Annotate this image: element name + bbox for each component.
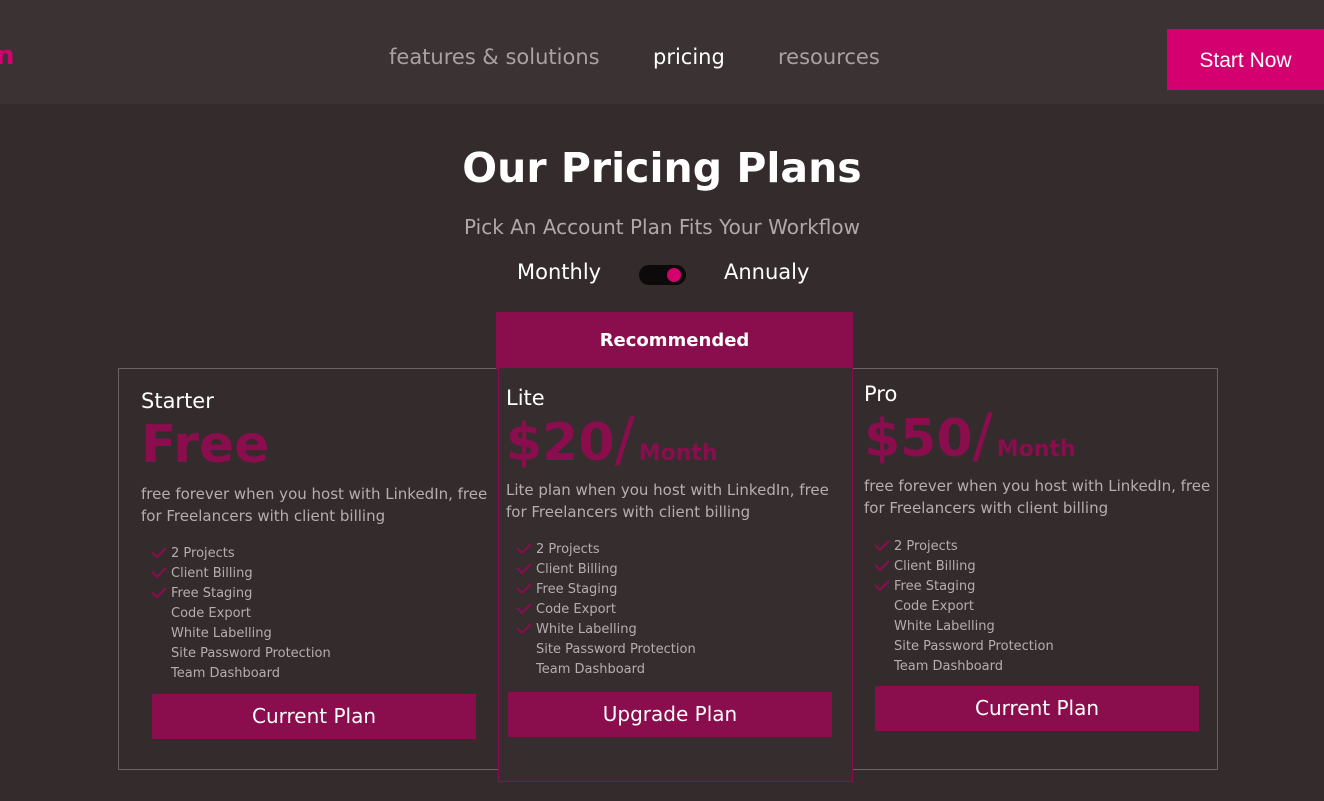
feature-label: Site Password Protection	[171, 646, 331, 661]
feature-item: Free Staging	[516, 580, 696, 600]
check-icon	[151, 567, 167, 579]
plan-name: Pro	[864, 382, 898, 406]
check-icon	[516, 543, 532, 555]
feature-label: Team Dashboard	[536, 662, 646, 677]
plan-price: $20/Month	[506, 410, 718, 484]
feature-label: Site Password Protection	[536, 642, 696, 657]
toggle-knob	[667, 268, 681, 282]
feature-item: Client Billing	[516, 560, 696, 580]
price-amount: $50	[864, 409, 973, 469]
feature-item: White Labelling	[874, 617, 1054, 637]
feature-label: Free Staging	[536, 582, 618, 597]
plan-name: Lite	[506, 386, 545, 410]
feature-label: White Labelling	[894, 619, 995, 634]
annual-label[interactable]: Annualy	[724, 257, 809, 287]
feature-label: White Labelling	[171, 626, 272, 641]
feature-item: Site Password Protection	[874, 637, 1054, 657]
feature-label: Client Billing	[171, 566, 253, 581]
plan-price: Free	[141, 415, 269, 475]
feature-item: Team Dashboard	[151, 664, 331, 684]
nav-pricing[interactable]: pricing	[653, 40, 725, 74]
check-icon	[516, 563, 532, 575]
feature-label: Free Staging	[171, 586, 253, 601]
feature-item: Free Staging	[874, 577, 1054, 597]
page-title: Our Pricing Plans	[462, 144, 862, 192]
feature-item: Site Password Protection	[151, 644, 331, 664]
feature-item: Team Dashboard	[874, 657, 1054, 677]
feature-label: 2 Projects	[536, 542, 600, 557]
current-plan-button[interactable]: Current Plan	[152, 694, 476, 739]
current-plan-button[interactable]: Current Plan	[875, 686, 1199, 731]
feature-label: 2 Projects	[171, 546, 235, 561]
feature-label: 2 Projects	[894, 539, 958, 554]
recommended-banner: Recommended	[496, 312, 853, 369]
price-slash: /	[972, 401, 993, 471]
feature-item: Code Export	[151, 604, 331, 624]
feature-label: Code Export	[894, 599, 974, 614]
price-slash: /	[614, 405, 635, 475]
check-icon	[516, 583, 532, 595]
page-subtitle: Pick An Account Plan Fits Your Workflow	[464, 215, 860, 239]
feature-item: Site Password Protection	[516, 640, 696, 660]
check-icon	[874, 580, 890, 592]
feature-label: Client Billing	[536, 562, 618, 577]
feature-label: Free Staging	[894, 579, 976, 594]
feature-label: Team Dashboard	[171, 666, 281, 681]
price-unit: Month	[638, 441, 718, 466]
feature-item: Team Dashboard	[516, 660, 696, 680]
feature-list: 2 Projects Client Billing Free Staging Code…	[151, 544, 331, 684]
feature-item: 2 Projects	[874, 537, 1054, 557]
check-icon	[151, 587, 167, 599]
feature-label: Code Export	[536, 602, 616, 617]
nav-features-solutions[interactable]: features & solutions	[389, 40, 600, 74]
feature-label: Code Export	[171, 606, 251, 621]
price-amount: $20	[506, 413, 615, 473]
feature-item: White Labelling	[516, 620, 696, 640]
feature-list: 2 Projects Client Billing Free Staging Code…	[874, 537, 1054, 677]
monthly-label[interactable]: Monthly	[517, 257, 601, 287]
upgrade-plan-button[interactable]: Upgrade Plan	[508, 692, 832, 737]
billing-period-toggle[interactable]	[639, 265, 686, 285]
feature-label: Client Billing	[894, 559, 976, 574]
nav-resources[interactable]: resources	[778, 40, 880, 74]
plan-description: Lite plan when you host with LinkedIn, f…	[506, 481, 829, 521]
logo[interactable]: n	[0, 36, 15, 76]
top-navbar: n features & solutions pricing resources…	[0, 0, 1324, 104]
check-icon	[516, 623, 532, 635]
feature-item: White Labelling	[151, 624, 331, 644]
feature-list: 2 Projects Client Billing Free Staging Code…	[516, 540, 696, 680]
feature-label: Team Dashboard	[894, 659, 1004, 674]
feature-item: Client Billing	[151, 564, 331, 584]
plan-description: free forever when you host with LinkedIn…	[141, 485, 488, 525]
feature-label: Site Password Protection	[894, 639, 1054, 654]
plan-price: $50/Month	[864, 406, 1076, 480]
feature-item: Code Export	[516, 600, 696, 620]
check-icon	[151, 547, 167, 559]
price-amount: Free	[141, 415, 270, 475]
feature-item: Free Staging	[151, 584, 331, 604]
feature-label: White Labelling	[536, 622, 637, 637]
check-icon	[516, 603, 532, 615]
check-icon	[874, 560, 890, 572]
plan-description: free forever when you host with LinkedIn…	[864, 477, 1211, 517]
feature-item: Code Export	[874, 597, 1054, 617]
plan-name: Starter	[141, 389, 214, 413]
start-now-button[interactable]: Start Now	[1167, 29, 1324, 90]
feature-item: Client Billing	[874, 557, 1054, 577]
feature-item: 2 Projects	[516, 540, 696, 560]
feature-item: 2 Projects	[151, 544, 331, 564]
check-icon	[874, 540, 890, 552]
price-unit: Month	[996, 437, 1076, 462]
